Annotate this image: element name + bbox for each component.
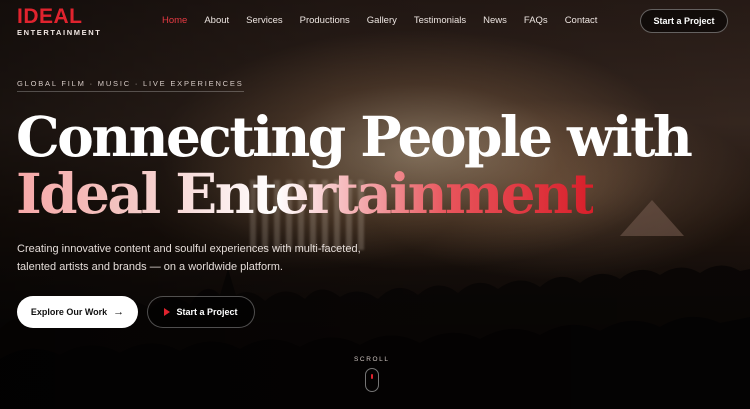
nav-item-contact[interactable]: Contact [565, 14, 598, 28]
nav-item-about[interactable]: About [204, 14, 229, 28]
start-project-button[interactable]: Start a Project [147, 296, 255, 328]
logo-wordmark: IDEAL [17, 5, 83, 28]
hero-description: Creating innovative content and soulful … [17, 243, 361, 273]
start-project-label: Start a Project [176, 307, 238, 317]
nav-item-home[interactable]: Home [162, 14, 187, 28]
explore-our-work-label: Explore Our Work [30, 307, 108, 317]
scroll-wheel-indicator [371, 374, 373, 379]
scroll-label: SCROLL [354, 356, 390, 363]
scroll-mouse-icon[interactable] [365, 368, 379, 392]
nav-item-faqs[interactable]: FAQs [524, 14, 548, 28]
header-start-project-button[interactable]: Start a Project [640, 9, 728, 33]
play-icon [164, 308, 171, 316]
nav-item-productions[interactable]: Productions [300, 14, 350, 28]
hero-section: IDEAL ENTERTAINMENT Home About Services … [0, 0, 750, 409]
logo-subtitle: ENTERTAINMENT [17, 28, 102, 37]
arrow-right-icon: → [113, 305, 125, 318]
nav-item-gallery[interactable]: Gallery [367, 14, 397, 28]
brand-logo[interactable]: IDEAL ENTERTAINMENT [17, 5, 102, 38]
main-nav: Home About Services Productions Gallery … [162, 14, 614, 28]
hero-title-line-2: Ideal Entertainment [16, 161, 596, 226]
explore-our-work-button[interactable]: Explore Our Work → [17, 296, 138, 328]
nav-item-news[interactable]: News [483, 14, 507, 28]
hero-tagline: GLOBAL FILM · MUSIC · LIVE EXPERIENCES [17, 79, 244, 92]
nav-item-services[interactable]: Services [246, 14, 282, 28]
hero-title-line-1: Connecting People with [16, 104, 693, 169]
nav-item-testimonials[interactable]: Testimonials [414, 14, 466, 28]
